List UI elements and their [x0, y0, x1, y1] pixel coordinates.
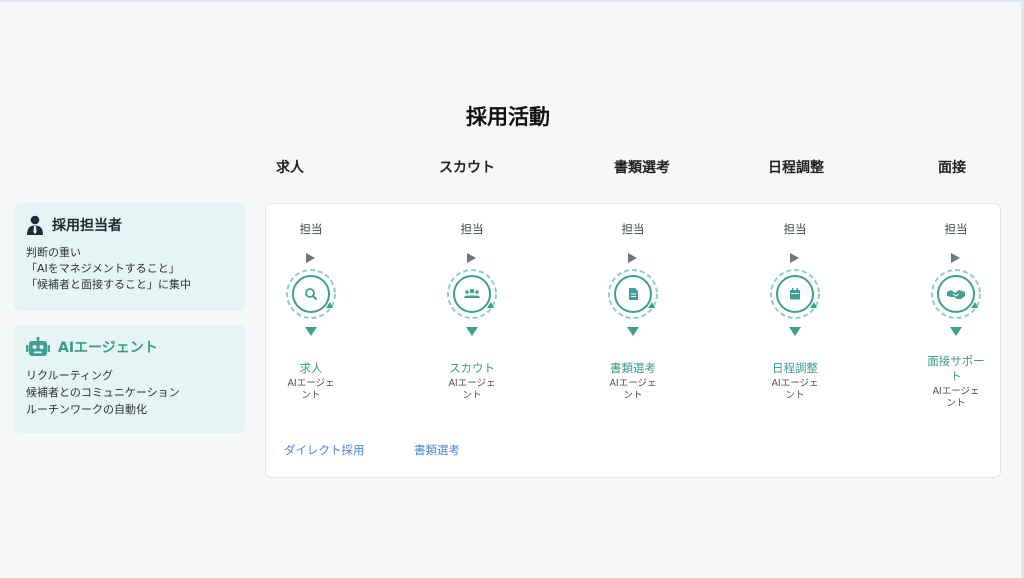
ai-agent-card-line: 候補者とのコミュニケーション — [26, 386, 180, 399]
phase-header-scout: スカウト — [439, 160, 495, 176]
stage-owner-label: 担当 — [783, 222, 807, 236]
arrow-right-icon — [628, 253, 637, 263]
phase-header-scheduling: 日程調整 — [768, 160, 824, 176]
arrow-right-icon — [951, 253, 960, 263]
page-title: 採用活動 — [466, 105, 550, 129]
workflow-panel: 担当 求人 AIエージェ ント 担当 スカウト AIエージェ ント 担当 書類選… — [265, 203, 1001, 478]
arrow-down-icon — [950, 327, 962, 336]
recruiter-card-line: 「候補者と面接すること」に集中 — [26, 278, 191, 291]
stage-owner-label: 担当 — [944, 222, 968, 236]
stage-node[interactable] — [446, 268, 498, 320]
arrow-down-icon — [789, 327, 801, 336]
stage-owner-label: 担当 — [621, 222, 645, 236]
arrow-down-icon — [466, 327, 478, 336]
stage-node[interactable] — [285, 268, 337, 320]
stage-agent-label: AIエージェ ント — [609, 378, 657, 401]
stage-name: 面接サポート — [927, 354, 985, 383]
arrow-right-icon — [306, 253, 315, 263]
phase-header-interview: 面接 — [938, 160, 966, 176]
stage-node[interactable] — [769, 268, 821, 320]
stage-name: 求人 — [299, 361, 323, 375]
stage-name: 書類選考 — [610, 361, 656, 375]
document-icon — [629, 288, 638, 300]
stage-scout: 担当 スカウト AIエージェ ント — [417, 204, 527, 434]
stage-agent-label: AIエージェ ント — [771, 378, 819, 401]
person-icon — [27, 215, 43, 235]
phase-header-recruit: 求人 — [276, 160, 304, 176]
stage-name: 日程調整 — [772, 361, 818, 375]
ai-agent-card: AIエージェント リクルーティング 候補者とのコミュニケーション ルーチンワーク… — [14, 325, 245, 433]
recruiter-card-title: 採用担当者 — [52, 218, 122, 234]
phase-header-screening: 書類選考 — [614, 160, 670, 176]
arrow-down-icon — [627, 327, 639, 336]
recruiter-card-line: 「AIをマネジメントすること」 — [26, 262, 180, 275]
robot-icon — [26, 337, 50, 356]
stage-owner-label: 担当 — [460, 222, 484, 236]
ai-agent-card-title: AIエージェント — [58, 340, 158, 356]
stage-scheduling: 担当 日程調整 AIエージェ ント — [740, 204, 850, 434]
stage-agent-label: AIエージェ ント — [287, 378, 335, 401]
stage-recruit: 担当 求人 AIエージェ ント — [256, 204, 366, 434]
ai-agent-card-line: ルーチンワークの自動化 — [26, 403, 147, 416]
stage-agent-label: AIエージェ ント — [932, 386, 980, 409]
stage-agent-label: AIエージェ ント — [448, 378, 496, 401]
arrow-right-icon — [790, 253, 799, 263]
stage-interview: 担当 面接サポート AIエージェ ント — [901, 204, 1011, 434]
stage-node[interactable] — [930, 268, 982, 320]
arrow-right-icon — [467, 253, 476, 263]
ai-agent-card-line: リクルーティング — [26, 369, 114, 382]
top-border — [0, 0, 1024, 2]
recruiter-card: 採用担当者 判断の重い 「AIをマネジメントすること」 「候補者と面接すること」… — [14, 203, 245, 311]
direct-recruiting-link[interactable]: ダイレクト採用 — [284, 442, 365, 458]
stage-node[interactable] — [607, 268, 659, 320]
stage-owner-label: 担当 — [299, 222, 323, 236]
recruiter-card-line: 判断の重い — [26, 246, 81, 259]
arrow-down-icon — [305, 327, 317, 336]
document-screening-link[interactable]: 書類選考 — [414, 442, 460, 458]
stage-screening: 担当 書類選考 AIエージェ ント — [578, 204, 688, 434]
stage-name: スカウト — [449, 361, 495, 375]
